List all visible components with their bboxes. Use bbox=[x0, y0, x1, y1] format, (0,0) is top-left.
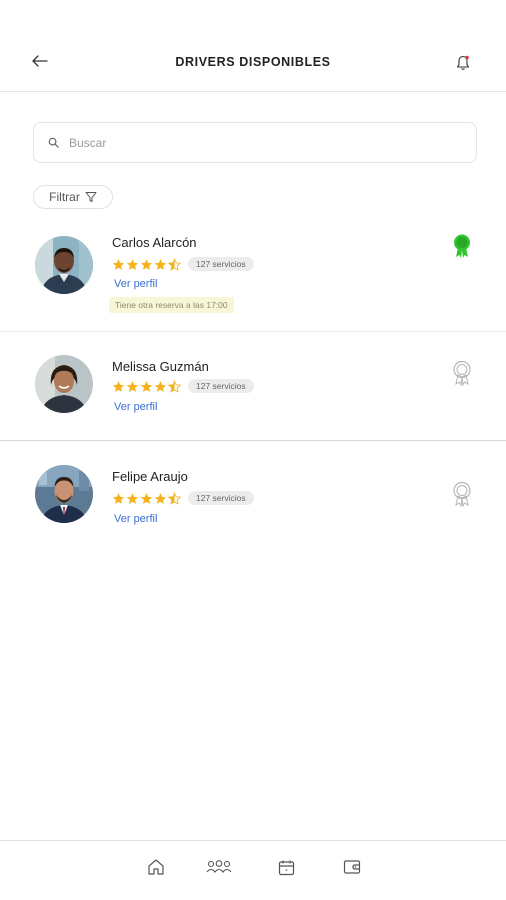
star-half-icon bbox=[168, 258, 181, 271]
star-icon bbox=[154, 492, 167, 505]
filter-button[interactable]: Filtrar bbox=[33, 185, 113, 209]
funnel-icon bbox=[85, 192, 97, 202]
nav-home[interactable] bbox=[143, 855, 169, 879]
star-icon bbox=[140, 258, 153, 271]
award-icon bbox=[454, 234, 470, 258]
search-icon bbox=[48, 137, 59, 148]
services-badge: 127 servicios bbox=[188, 257, 254, 271]
home-icon bbox=[148, 859, 164, 875]
driver-card[interactable]: Melissa Guzmán 127 servicios Ver perfil bbox=[0, 332, 506, 441]
driver-rating: 127 servicios bbox=[112, 257, 254, 271]
filter-label: Filtrar bbox=[49, 190, 80, 204]
award-icon bbox=[453, 481, 471, 508]
star-icon bbox=[126, 258, 139, 271]
nav-wallet[interactable] bbox=[339, 855, 365, 879]
award-badge-button[interactable] bbox=[451, 360, 473, 387]
star-icon bbox=[112, 492, 125, 505]
driver-card[interactable]: Carlos Alarcón 127 servicios Ver perfil … bbox=[0, 225, 506, 332]
users-icon bbox=[206, 860, 232, 873]
award-badge-button[interactable] bbox=[451, 481, 473, 508]
bell-icon bbox=[456, 55, 470, 70]
view-profile-link[interactable]: Ver perfil bbox=[114, 513, 157, 525]
star-icon bbox=[112, 258, 125, 271]
services-badge: 127 servicios bbox=[188, 379, 254, 393]
booking-conflict-note: Tiene otra reserva a las 17:00 bbox=[109, 297, 234, 313]
star-rating bbox=[112, 258, 181, 271]
services-badge: 127 servicios bbox=[188, 491, 254, 505]
star-icon bbox=[126, 380, 139, 393]
view-profile-link[interactable]: Ver perfil bbox=[114, 401, 157, 413]
driver-name: Carlos Alarcón bbox=[112, 235, 197, 250]
driver-name: Felipe Araujo bbox=[112, 469, 188, 484]
wallet-icon bbox=[343, 860, 361, 874]
page-title: DRIVERS DISPONIBLES bbox=[175, 55, 331, 69]
driver-rating: 127 servicios bbox=[112, 379, 254, 393]
driver-avatar bbox=[35, 355, 93, 413]
driver-avatar bbox=[35, 465, 93, 523]
bottom-navigation bbox=[0, 840, 506, 900]
search-box[interactable] bbox=[33, 122, 477, 163]
calendar-icon bbox=[278, 860, 294, 875]
app-header: DRIVERS DISPONIBLES bbox=[0, 0, 506, 92]
nav-drivers[interactable] bbox=[205, 855, 233, 879]
star-half-icon bbox=[168, 492, 181, 505]
award-icon bbox=[453, 360, 471, 387]
star-icon bbox=[154, 380, 167, 393]
driver-rating: 127 servicios bbox=[112, 491, 254, 505]
award-badge-button[interactable] bbox=[451, 233, 473, 259]
driver-avatar bbox=[35, 236, 93, 294]
star-half-icon bbox=[168, 380, 181, 393]
star-icon bbox=[112, 380, 125, 393]
star-rating bbox=[112, 380, 181, 393]
search-input[interactable] bbox=[69, 135, 449, 150]
star-icon bbox=[154, 258, 167, 271]
view-profile-link[interactable]: Ver perfil bbox=[114, 278, 157, 290]
driver-card[interactable]: Felipe Araujo 127 servicios Ver perfil bbox=[0, 441, 506, 541]
star-icon bbox=[126, 492, 139, 505]
notification-button[interactable] bbox=[452, 52, 474, 74]
star-icon bbox=[140, 492, 153, 505]
nav-calendar[interactable] bbox=[273, 855, 299, 879]
star-icon bbox=[140, 380, 153, 393]
star-rating bbox=[112, 492, 181, 505]
driver-name: Melissa Guzmán bbox=[112, 359, 209, 374]
